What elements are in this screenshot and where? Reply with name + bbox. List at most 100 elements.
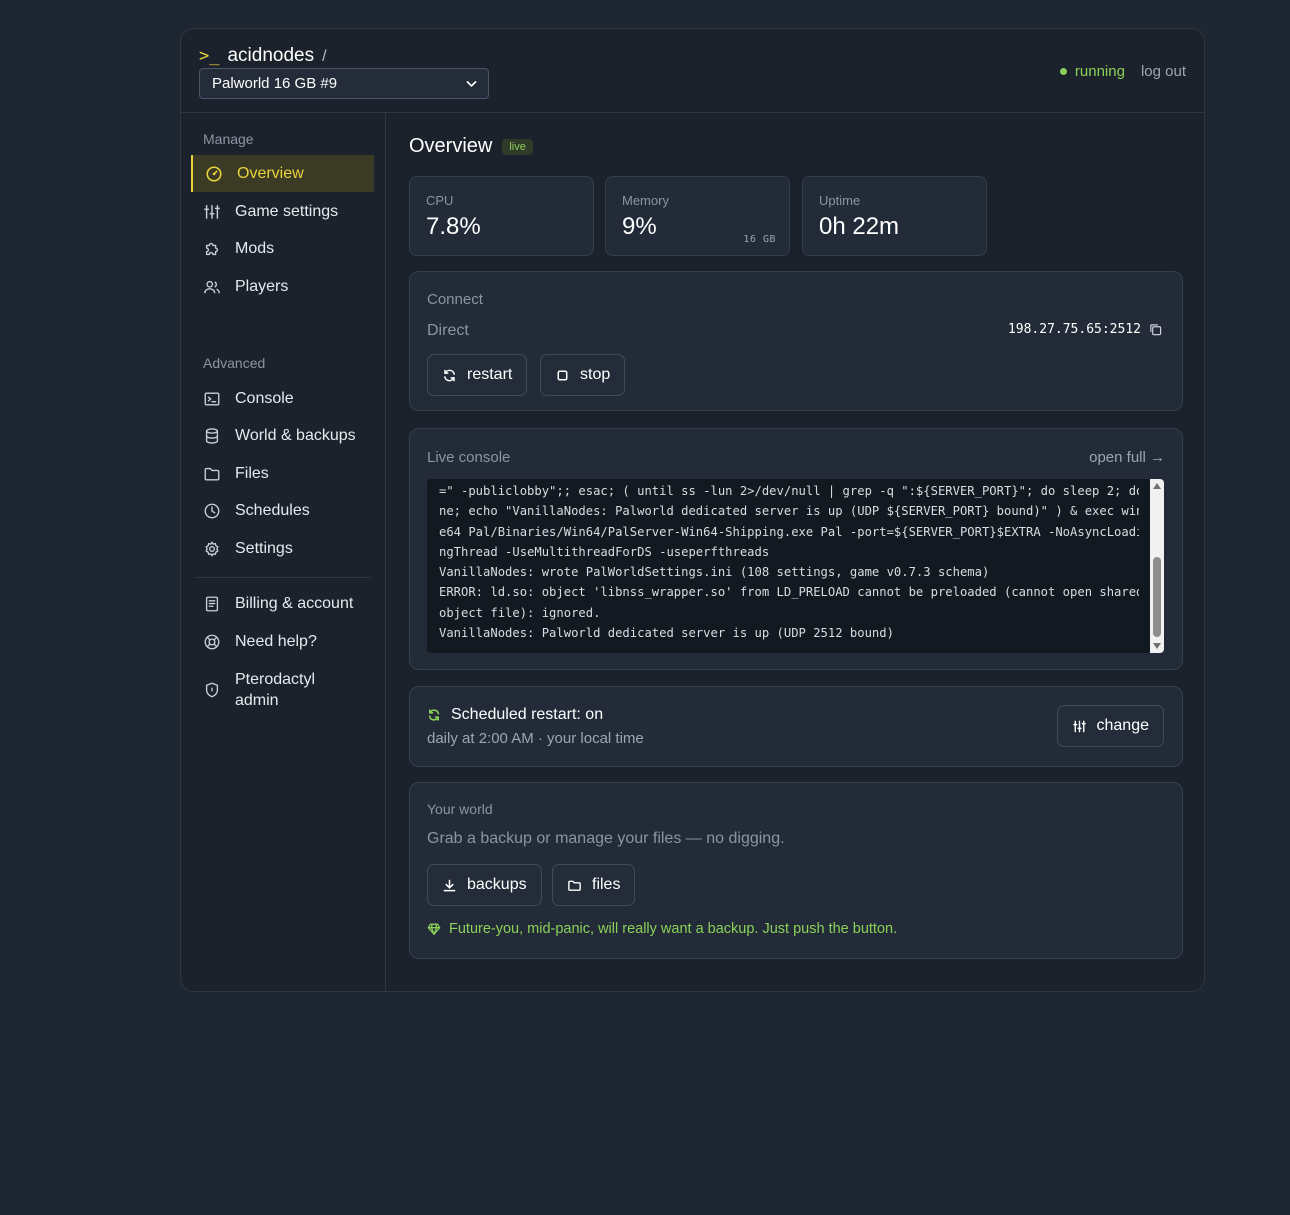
scroll-thumb[interactable] xyxy=(1153,557,1161,637)
breadcrumb-separator: / xyxy=(322,48,327,65)
stop-icon xyxy=(557,370,568,380)
copy-icon[interactable] xyxy=(1149,323,1162,336)
server-status-label: running xyxy=(1074,63,1125,80)
sidebar-item-players[interactable]: Players xyxy=(191,268,374,305)
sidebar-item-files[interactable]: Files xyxy=(191,455,374,492)
sliders-icon xyxy=(1072,720,1086,732)
stat-value: 0h 22m xyxy=(819,213,900,240)
console-line: VanillaNodes: Palworld dedicated server … xyxy=(439,626,894,641)
sidebar-item-overview[interactable]: Overview xyxy=(191,155,374,192)
open-full-link[interactable]: open full → xyxy=(1089,449,1165,466)
stop-button[interactable]: stop xyxy=(540,354,626,396)
sliders-icon xyxy=(204,204,220,219)
live-console-label: Live console xyxy=(427,449,511,466)
stat-sub: 16 GB xyxy=(743,234,776,245)
sidebar-item-pterodactyl-admin[interactable]: Pterodactyl admin xyxy=(191,667,374,713)
main-content: Overview live CPU 7.8% Memory 9% 16 GB U… xyxy=(387,113,1204,991)
refresh-icon xyxy=(428,709,440,721)
folder-icon xyxy=(568,880,581,891)
schedule-title: Scheduled restart: on xyxy=(427,706,603,724)
receipt-icon xyxy=(205,596,219,611)
lifebuoy-icon xyxy=(204,634,220,649)
sidebar-item-label: Billing & account xyxy=(235,594,354,612)
brand[interactable]: >_ acidnodes / xyxy=(199,45,327,67)
database-icon xyxy=(205,427,219,444)
sidebar-item-label: Game settings xyxy=(235,202,339,220)
files-button[interactable]: files xyxy=(552,864,636,906)
console-output[interactable]: =" -publiclobby";; esac; ( until ss -lun… xyxy=(427,479,1164,653)
sidebar-item-game-settings[interactable]: Game settings xyxy=(191,193,374,230)
stat-value: 9% xyxy=(622,213,657,240)
world-card: Your world Grab a backup or manage your … xyxy=(409,782,1183,959)
logout-link[interactable]: log out xyxy=(1141,63,1186,80)
sidebar-item-console[interactable]: Console xyxy=(191,380,374,417)
sidebar-item-settings[interactable]: Settings xyxy=(191,530,374,567)
sidebar-item-billing[interactable]: Billing & account xyxy=(191,585,374,622)
direct-label: Direct xyxy=(427,322,469,339)
terminal-icon xyxy=(204,391,220,406)
gauge-icon xyxy=(206,165,222,182)
brand-name: acidnodes xyxy=(227,45,315,66)
console-line: =" -publiclobby";; esac; ( until ss -lun… xyxy=(439,484,1139,498)
download-icon xyxy=(443,879,456,891)
users-icon xyxy=(204,280,220,293)
console-line: ngThread -UseMultithreadForDS -useperfth… xyxy=(439,544,770,559)
sidebar-item-schedules[interactable]: Schedules xyxy=(191,492,374,529)
stat-label: CPU xyxy=(426,193,454,208)
refresh-icon xyxy=(444,369,455,381)
scroll-down-icon[interactable] xyxy=(1153,643,1161,649)
sidebar: Manage Overview Game settings Mods Playe… xyxy=(181,113,386,991)
page-title: Overview live xyxy=(409,135,533,158)
gear-icon xyxy=(205,541,219,556)
sidebar-item-label: Console xyxy=(235,389,294,407)
console-scrollbar[interactable] xyxy=(1150,479,1164,653)
files-label: files xyxy=(592,876,621,893)
console-lines: =" -publiclobby";; esac; ( until ss -lun… xyxy=(439,481,1139,643)
server-select[interactable]: Palworld 16 GB #9 xyxy=(199,68,489,99)
sidebar-section-advanced: Advanced xyxy=(203,355,266,371)
backup-hint-text: Future-you, mid-panic, will really want … xyxy=(449,921,898,937)
console-line: ERROR: ld.so: object 'libnss_wrapper.so'… xyxy=(439,585,1139,600)
console-line: e64 Pal/Binaries/Win64/PalServer-Win64-S… xyxy=(439,524,1139,539)
live-console-card: Live console open full → =" -publiclobby… xyxy=(409,428,1183,670)
sidebar-item-label: Pterodactyl admin xyxy=(235,671,316,709)
stop-label: stop xyxy=(580,366,611,383)
scroll-up-icon[interactable] xyxy=(1153,483,1161,489)
gem-icon xyxy=(427,923,441,935)
top-bar: >_ acidnodes / Palworld 16 GB #9 running… xyxy=(181,29,1204,113)
server-address-text: 198.27.75.65:2512 xyxy=(1007,322,1141,337)
sidebar-item-mods[interactable]: Mods xyxy=(191,230,374,267)
connect-label: Connect xyxy=(427,291,483,308)
sidebar-section-manage: Manage xyxy=(203,131,254,147)
connect-card: Connect Direct 198.27.75.65:2512 restart… xyxy=(409,271,1183,411)
terminal-prompt-icon: >_ xyxy=(199,46,220,66)
schedule-subtitle: daily at 2:00 AM · your local time xyxy=(427,730,644,747)
shield-icon xyxy=(205,682,219,698)
sidebar-item-world-backups[interactable]: World & backups xyxy=(191,417,374,454)
backup-hint: Future-you, mid-panic, will really want … xyxy=(427,921,897,937)
live-badge: live xyxy=(502,138,533,155)
stat-label: Memory xyxy=(622,193,669,208)
schedule-title-text: Scheduled restart: on xyxy=(451,706,604,723)
console-line: VanillaNodes: wrote PalWorldSettings.ini… xyxy=(439,565,990,580)
puzzle-icon xyxy=(205,242,219,255)
restart-label: restart xyxy=(467,366,513,383)
restart-button[interactable]: restart xyxy=(427,354,528,396)
backups-button[interactable]: backups xyxy=(427,864,542,906)
sidebar-divider xyxy=(195,577,371,578)
sidebar-item-label: World & backups xyxy=(235,426,356,444)
sidebar-item-label: Files xyxy=(235,464,269,482)
backups-label: backups xyxy=(467,876,527,893)
stat-card-memory: Memory 9% 16 GB xyxy=(605,176,790,256)
sidebar-item-help[interactable]: Need help? xyxy=(191,623,374,660)
clock-icon xyxy=(204,503,220,518)
server-address[interactable]: 198.27.75.65:2512 xyxy=(1008,322,1162,337)
sidebar-item-label: Overview xyxy=(237,164,304,182)
status-bar: running log out xyxy=(1059,63,1186,80)
change-schedule-button[interactable]: change xyxy=(1056,705,1164,747)
console-line: object file): ignored. xyxy=(439,605,601,620)
world-description: Grab a backup or manage your files — no … xyxy=(427,830,785,847)
chevron-down-icon xyxy=(466,81,477,87)
page-title-text: Overview xyxy=(409,135,493,157)
sidebar-item-label: Need help? xyxy=(235,632,317,650)
